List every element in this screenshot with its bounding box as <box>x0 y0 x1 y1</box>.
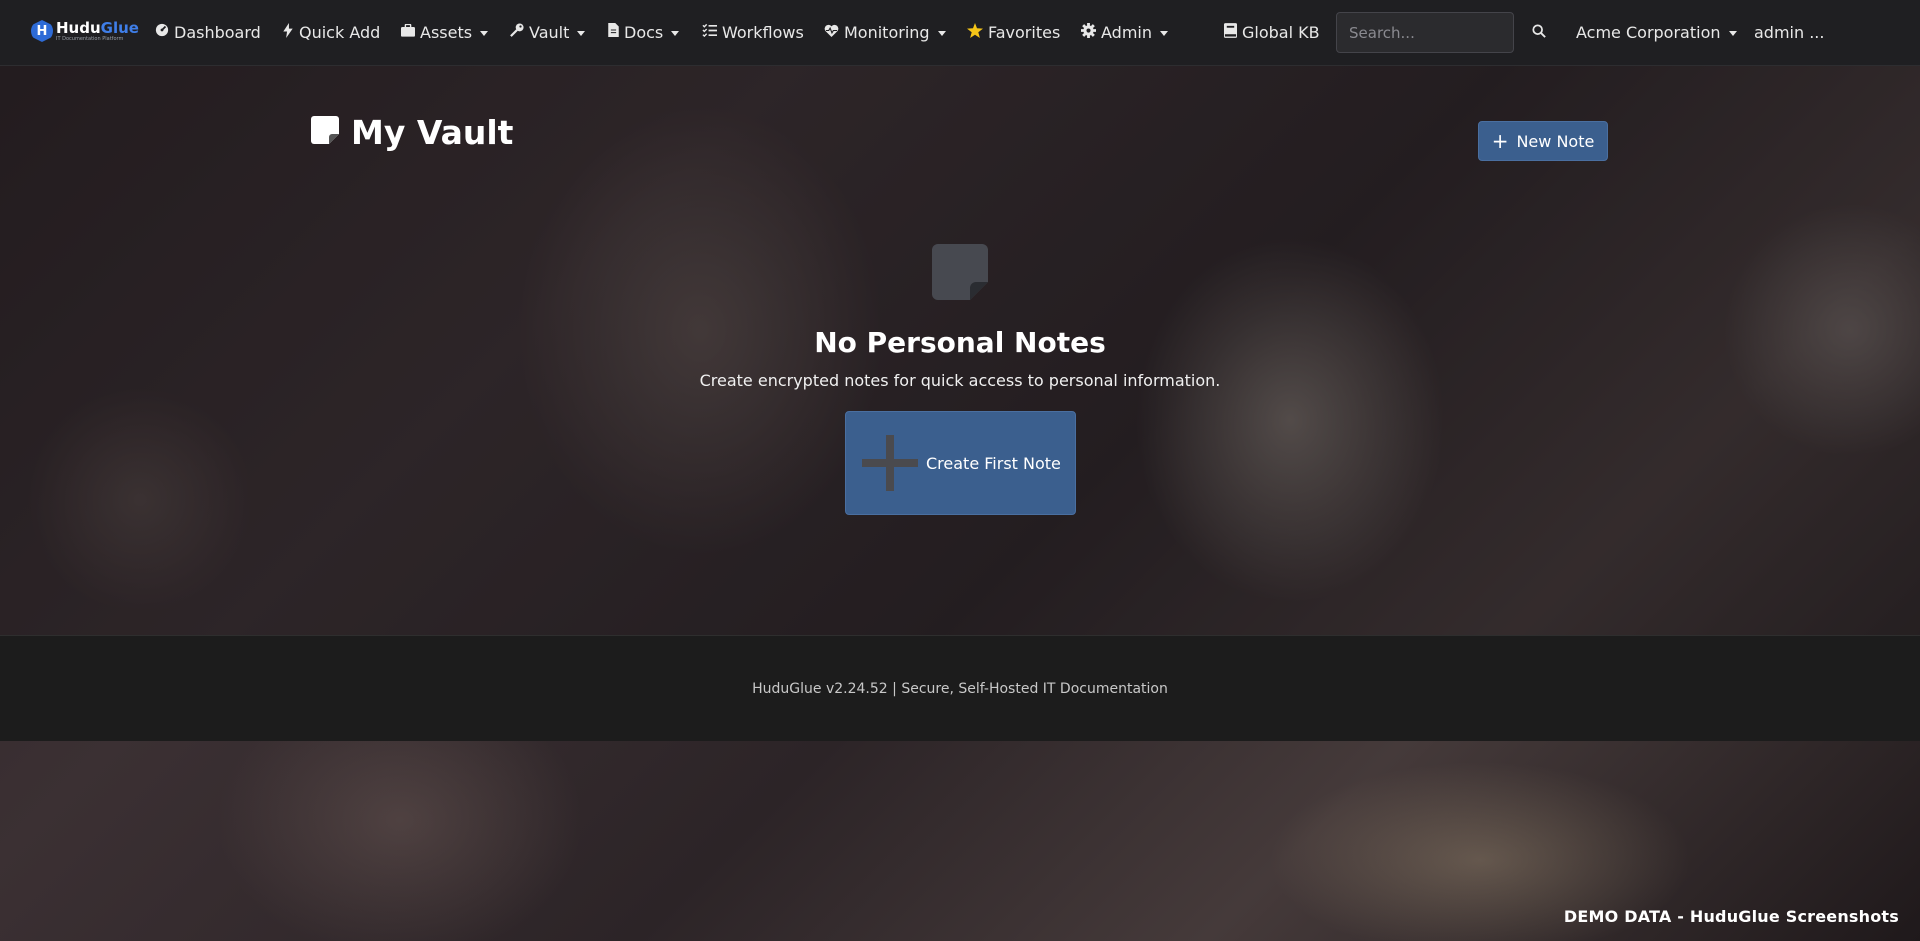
logo-icon: H <box>31 20 53 42</box>
dashboard-icon <box>155 23 169 41</box>
nav-quick-add-label: Quick Add <box>299 22 381 42</box>
key-icon <box>510 23 524 41</box>
nav-vault-label: Vault <box>529 22 570 42</box>
nav-workflows[interactable]: Workflows <box>702 21 804 43</box>
footer-text: HuduGlue v2.24.52 | Secure, Self-Hosted … <box>752 680 1168 697</box>
toolbox-icon <box>401 23 415 41</box>
empty-sticky-note-icon <box>932 244 988 304</box>
nav-dashboard[interactable]: Dashboard <box>155 21 261 43</box>
nav-favorites-label: Favorites <box>988 22 1061 42</box>
new-note-label: New Note <box>1516 131 1595 151</box>
heart-pulse-icon <box>824 24 839 41</box>
nav-quick-add[interactable]: Quick Add <box>282 21 380 43</box>
company-name: Acme Corporation <box>1576 22 1721 42</box>
brand-name-accent: Glue <box>100 18 139 37</box>
nav-favorites[interactable]: Favorites <box>967 21 1060 43</box>
nav-workflows-label: Workflows <box>722 22 804 42</box>
company-switcher[interactable]: Acme Corporation <box>1576 21 1737 43</box>
document-icon <box>608 23 619 41</box>
nav-assets-label: Assets <box>420 22 473 42</box>
new-note-button[interactable]: + New Note <box>1478 121 1608 161</box>
brand-logo[interactable]: H HuduGlue IT Documentation Platform <box>31 20 139 42</box>
gear-icon <box>1081 22 1096 42</box>
create-first-note-button[interactable]: Create First Note <box>845 411 1076 515</box>
chevron-down-icon <box>577 30 586 36</box>
top-navbar: H HuduGlue IT Documentation Platform Das… <box>0 0 1920 66</box>
chevron-down-icon <box>1160 30 1168 36</box>
nav-admin-label: Admin <box>1101 22 1152 42</box>
nav-docs-label: Docs <box>624 22 664 42</box>
plus-icon <box>862 435 918 491</box>
user-name: admin ... <box>1754 22 1825 42</box>
create-first-note-label: Create First Note <box>926 453 1061 473</box>
nav-global-kb-label: Global KB <box>1242 22 1320 42</box>
star-icon <box>967 22 983 42</box>
checklist-icon <box>702 23 717 41</box>
nav-global-kb[interactable]: Global KB <box>1224 21 1320 43</box>
page-title: My Vault <box>311 113 513 152</box>
lightning-icon <box>282 22 294 42</box>
nav-monitoring[interactable]: Monitoring <box>824 21 946 43</box>
demo-watermark: DEMO DATA - HuduGlue Screenshots <box>1563 907 1899 926</box>
plus-icon: + <box>1491 129 1509 153</box>
search-input[interactable] <box>1336 12 1514 53</box>
user-menu[interactable]: admin ... <box>1754 21 1824 43</box>
brand-tagline: IT Documentation Platform <box>56 35 124 42</box>
brand-name: Hudu <box>56 18 101 37</box>
search-icon <box>1532 23 1546 42</box>
nav-docs[interactable]: Docs <box>608 21 680 43</box>
sticky-note-icon <box>311 113 339 152</box>
nav-monitoring-label: Monitoring <box>844 22 930 42</box>
nav-dashboard-label: Dashboard <box>174 22 261 42</box>
empty-state-description: Create encrypted notes for quick access … <box>699 371 1221 390</box>
search-button[interactable] <box>1530 21 1548 43</box>
nav-vault[interactable]: Vault <box>510 21 586 43</box>
book-icon <box>1224 22 1237 42</box>
chevron-down-icon <box>671 30 680 36</box>
footer: HuduGlue v2.24.52 | Secure, Self-Hosted … <box>0 635 1920 741</box>
nav-assets[interactable]: Assets <box>401 21 489 43</box>
chevron-down-icon <box>480 30 489 36</box>
chevron-down-icon <box>1728 30 1737 36</box>
page-title-text: My Vault <box>351 113 514 152</box>
chevron-down-icon <box>937 30 946 36</box>
nav-admin[interactable]: Admin <box>1081 21 1168 43</box>
empty-state-title: No Personal Notes <box>814 326 1106 359</box>
